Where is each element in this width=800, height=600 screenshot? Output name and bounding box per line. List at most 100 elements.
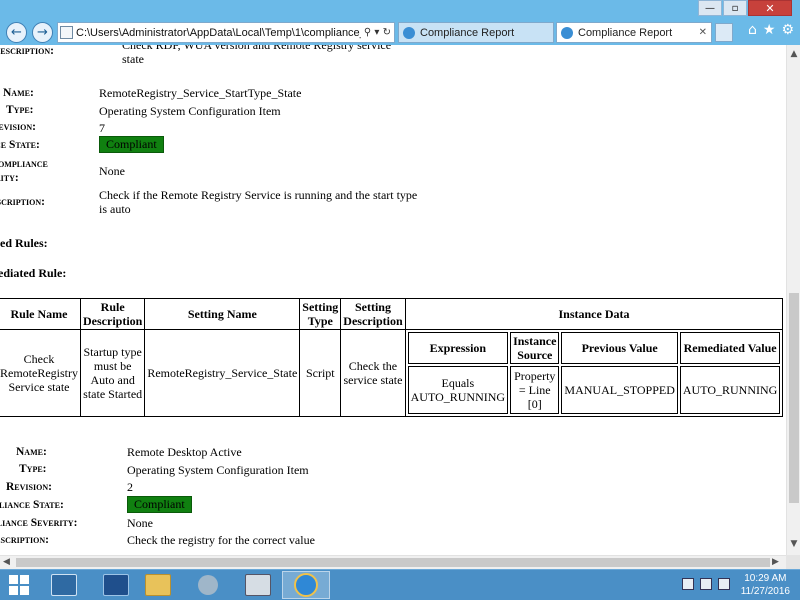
- table-row: Equals AUTO_RUNNING Property = Line [0] …: [407, 366, 781, 414]
- home-icon[interactable]: ⌂: [748, 22, 757, 38]
- item1-name-label: Name:: [3, 87, 34, 99]
- vertical-scrollbar[interactable]: ▲ ▼: [786, 45, 800, 555]
- col-setting-description: Setting Description: [340, 298, 406, 330]
- item2-revision-value: 2: [127, 480, 133, 494]
- powershell-taskbar-icon[interactable]: [92, 571, 140, 599]
- col-previous-value: Previous Value: [561, 332, 678, 364]
- col-remediated-value: Remediated Value: [679, 332, 781, 364]
- close-button[interactable]: ✕: [748, 0, 792, 16]
- cell-instance-source: Property = Line [0]: [510, 366, 560, 414]
- item1-severity-label: Noncompliance Severity:: [0, 158, 48, 184]
- volume-icon[interactable]: [718, 578, 730, 590]
- item2-description-value: Check the registry for the correct value: [127, 533, 315, 547]
- file-explorer-taskbar-icon[interactable]: [134, 571, 182, 599]
- tab-compliance-report-2[interactable]: Compliance Report ✕: [556, 22, 712, 43]
- config-manager-taskbar-icon[interactable]: [184, 571, 232, 599]
- tab-label: Compliance Report: [578, 26, 673, 39]
- cell-setting-type: Script: [299, 329, 342, 417]
- network-icon[interactable]: [700, 578, 712, 590]
- browser-chrome: — ▫ ✕ ← → C:\Users\Administrator\AppData…: [0, 0, 800, 45]
- instance-data-table: Expression Instance Source Previous Valu…: [406, 330, 783, 416]
- address-bar[interactable]: C:\Users\Administrator\AppData\Local\Tem…: [57, 22, 395, 43]
- settings-gear-icon[interactable]: ⚙: [781, 22, 794, 38]
- item2-compliant-badge: Compliant: [127, 496, 192, 513]
- scroll-up-icon[interactable]: ▲: [787, 49, 800, 59]
- tab-compliance-report-1[interactable]: Compliance Report: [398, 22, 554, 43]
- maximize-button[interactable]: ▫: [723, 0, 747, 16]
- item2-revision-label: Revision:: [6, 481, 52, 493]
- taskbar: 10:29 AM 11/27/2016: [0, 569, 800, 600]
- page-icon: [60, 26, 73, 39]
- cell-setting-name: RemoteRegistry_Service_State: [144, 329, 301, 417]
- failed-rules-label: Failed Rules:: [0, 236, 48, 250]
- item2-severity-value: None: [127, 516, 153, 530]
- scrollbar-corner: [786, 555, 800, 569]
- table-row: Check RemoteRegistry Service state Start…: [0, 329, 784, 417]
- scroll-left-icon[interactable]: ◀: [3, 556, 10, 568]
- remote-console-taskbar-icon[interactable]: [234, 571, 282, 599]
- tab-label: Compliance Report: [420, 26, 515, 39]
- item1-state-label: Compliance State:: [0, 139, 40, 151]
- item1-type-value: Operating System Configuration Item: [99, 104, 281, 118]
- item2-type-label: Type:: [19, 463, 47, 475]
- new-tab-button[interactable]: [715, 23, 733, 42]
- system-tray: [682, 578, 730, 590]
- col-instance-data: Instance Data: [404, 298, 784, 330]
- col-rule-name: Rule Name: [0, 298, 81, 330]
- scroll-right-icon[interactable]: ▶: [772, 556, 779, 568]
- item1-description-value: Check if the Remote Registry Service is …: [99, 188, 418, 216]
- clock-time: 10:29 AM: [744, 573, 787, 584]
- taskbar-clock[interactable]: 10:29 AM 11/27/2016: [741, 572, 790, 598]
- item1-description-label: Description:: [0, 196, 45, 208]
- windows-start-icon[interactable]: [9, 575, 29, 595]
- clock-date: 11/27/2016: [740, 586, 790, 597]
- item2-state-label: Compliance State:: [0, 499, 64, 511]
- item1-name-value: RemoteRegistry_Service_StartType_State: [99, 86, 302, 100]
- item1-compliant-badge: Compliant: [99, 136, 164, 153]
- item1-revision-label: Revision:: [0, 121, 36, 133]
- vertical-scroll-thumb[interactable]: [789, 293, 799, 503]
- window-controls: — ▫ ✕: [697, 0, 792, 17]
- cell-remediated-value: AUTO_RUNNING: [679, 366, 781, 414]
- top-description-value: Check RDP, WUA version and Remote Regist…: [122, 45, 392, 66]
- address-text[interactable]: C:\Users\Administrator\AppData\Local\Tem…: [76, 27, 361, 39]
- col-expression: Expression: [407, 332, 509, 364]
- item1-revision-value: 7: [99, 121, 105, 135]
- internet-explorer-taskbar-icon[interactable]: [282, 571, 330, 599]
- server-manager-taskbar-icon[interactable]: [40, 571, 88, 599]
- search-refresh-icons[interactable]: ⚲ ▾ ↻: [361, 27, 394, 38]
- item2-description-label: Description:: [0, 534, 49, 546]
- item2-severity-label: Noncompliance Severity:: [0, 517, 78, 529]
- col-setting-type: Setting Type: [299, 298, 342, 330]
- scroll-down-icon[interactable]: ▼: [787, 539, 800, 549]
- flag-icon[interactable]: [682, 578, 694, 590]
- item2-name-value: Remote Desktop Active: [127, 445, 242, 459]
- cell-instance-data: Expression Instance Source Previous Valu…: [404, 329, 784, 417]
- favorites-icon[interactable]: ★: [763, 22, 776, 38]
- cell-previous-value: MANUAL_STOPPED: [561, 366, 678, 414]
- forward-button[interactable]: →: [32, 22, 53, 43]
- item1-severity-value: None: [99, 164, 125, 178]
- col-rule-description: Rule Description: [79, 298, 146, 330]
- ie-page-icon: [403, 26, 415, 39]
- remediated-rule-label: Remediated Rule:: [0, 266, 67, 280]
- cell-rule-name: Check RemoteRegistry Service state: [0, 329, 81, 417]
- remediated-rules-table: Rule Name Rule Description Setting Name …: [0, 298, 784, 417]
- horizontal-scrollbar[interactable]: ◀ ▶: [0, 555, 786, 569]
- browser-tools: ⌂ ★ ⚙: [748, 22, 794, 38]
- cell-rule-description: Startup type must be Auto and state Star…: [79, 329, 146, 417]
- item2-type-value: Operating System Configuration Item: [127, 463, 309, 477]
- item1-type-label: Type:: [6, 104, 34, 116]
- back-button[interactable]: ←: [6, 22, 27, 43]
- ie-page-icon: [561, 26, 573, 39]
- cell-setting-description: Check the service state: [340, 329, 406, 417]
- col-instance-source: Instance Source: [510, 332, 560, 364]
- top-description-label: Description:: [0, 45, 54, 57]
- col-setting-name: Setting Name: [144, 298, 301, 330]
- cell-expression: Equals AUTO_RUNNING: [407, 366, 509, 414]
- item2-name-label: Name:: [16, 446, 47, 458]
- report-content: Description: Check RDP, WUA version and …: [0, 45, 786, 555]
- horizontal-scroll-thumb[interactable]: [16, 558, 770, 567]
- tab-close-icon[interactable]: ✕: [699, 27, 707, 38]
- minimize-button[interactable]: —: [698, 0, 722, 16]
